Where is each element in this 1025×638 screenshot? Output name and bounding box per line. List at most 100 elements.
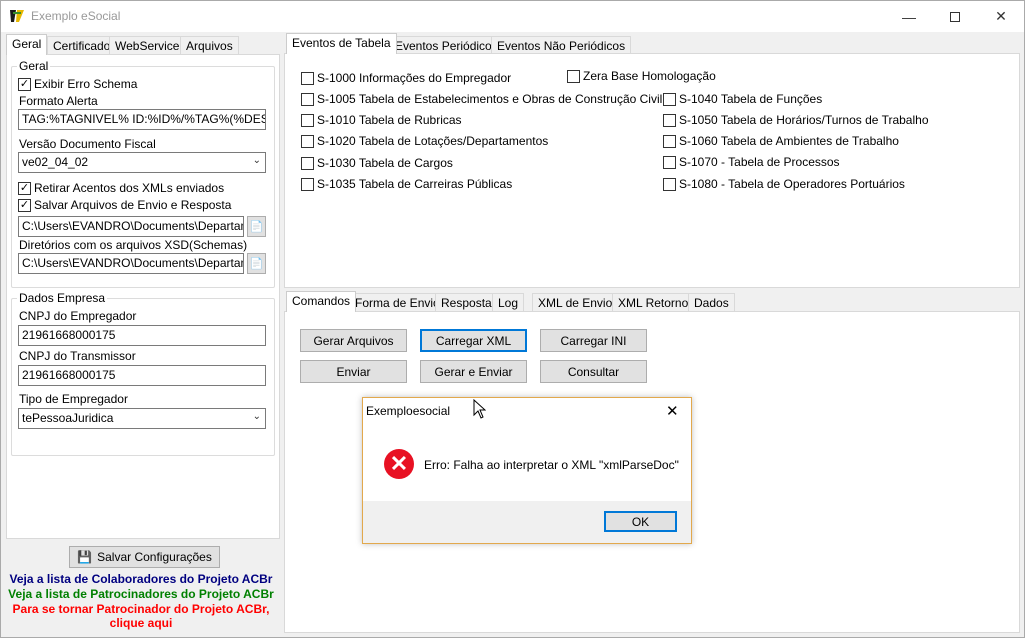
salvar-configuracoes-label: Salvar Configurações <box>97 550 212 564</box>
s1020-label: S-1020 Tabela de Lotações/Departamentos <box>317 134 549 148</box>
main-window: Exemplo eSocial — ✕ Geral Certificado We… <box>0 0 1025 638</box>
link-tornar-patrocinador[interactable]: Para se tornar Patrocinador do Projeto A… <box>1 602 281 616</box>
consultar-button[interactable]: Consultar <box>540 360 647 383</box>
dialog-footer: OK <box>363 501 691 543</box>
s1050-label: S-1050 Tabela de Horários/Turnos de Trab… <box>679 113 929 127</box>
tab-forma-envio[interactable]: Forma de Envio <box>349 293 446 312</box>
tab-resposta[interactable]: Resposta <box>435 293 498 312</box>
eventos-panel: S-1000 Informações do Empregador Zera Ba… <box>284 53 1020 288</box>
zera-base-checkbox[interactable]: Zera Base Homologação <box>567 69 716 83</box>
tab-webservice[interactable]: WebService <box>109 36 186 55</box>
s1030-label: S-1030 Tabela de Cargos <box>317 156 453 170</box>
chevron-down-icon: ⌄ <box>252 155 261 166</box>
tipo-empregador-label: Tipo de Empregador <box>19 392 128 406</box>
s1035-checkbox[interactable]: S-1035 Tabela de Carreiras Públicas <box>301 177 512 191</box>
link-clique-aqui[interactable]: clique aqui <box>1 616 281 630</box>
carregar-xml-button[interactable]: Carregar XML <box>420 329 527 352</box>
maximize-button[interactable] <box>932 1 978 32</box>
formato-alerta-label: Formato Alerta <box>19 94 98 108</box>
checkbox-checked-icon: ✓ <box>18 77 31 91</box>
tab-log[interactable]: Log <box>492 293 525 312</box>
cnpj-transmissor-label: CNPJ do Transmissor <box>19 349 136 363</box>
s1010-label: S-1010 Tabela de Rubricas <box>317 113 462 127</box>
s1050-checkbox[interactable]: S-1050 Tabela de Horários/Turnos de Trab… <box>663 113 929 127</box>
link-patrocinadores[interactable]: Veja a lista de Patrocinadores do Projet… <box>1 587 281 601</box>
checkbox-icon <box>567 69 580 83</box>
window-title: Exemplo eSocial <box>31 9 121 23</box>
mouse-cursor-icon <box>473 399 486 419</box>
s1010-checkbox[interactable]: S-1010 Tabela de Rubricas <box>301 113 462 127</box>
geral-legend: Geral <box>17 59 51 73</box>
checkbox-icon <box>301 156 314 170</box>
browse-path-schemas-button[interactable]: 📄 <box>247 253 266 274</box>
exibir-erro-schema-checkbox[interactable]: ✓ Exibir Erro Schema <box>18 77 137 91</box>
dialog-title: Exemploesocial <box>366 404 451 418</box>
folder-icon: 📄 <box>249 221 264 233</box>
retirar-acentos-checkbox[interactable]: ✓ Retirar Acentos dos XMLs enviados <box>18 181 224 195</box>
app-logo-icon <box>10 10 24 22</box>
checkbox-icon <box>663 177 676 191</box>
path-envio-input[interactable]: C:\Users\EVANDRO\Documents\Departamer <box>18 216 244 237</box>
tab-dados[interactable]: Dados <box>688 293 735 312</box>
s1070-checkbox[interactable]: S-1070 - Tabela de Processos <box>663 155 840 169</box>
s1040-checkbox[interactable]: S-1040 Tabela de Funções <box>663 92 822 106</box>
tipo-empregador-value: tePessoaJuridica <box>22 411 114 425</box>
gerar-enviar-button[interactable]: Gerar e Enviar <box>420 360 527 383</box>
path-schemas-input[interactable]: C:\Users\EVANDRO\Documents\Departamer <box>18 253 244 274</box>
dialog-close-icon[interactable]: ✕ <box>666 402 679 420</box>
browse-path-envio-button[interactable]: 📄 <box>247 216 266 237</box>
error-icon: ✕ <box>384 449 414 479</box>
s1030-checkbox[interactable]: S-1030 Tabela de Cargos <box>301 156 453 170</box>
checkbox-checked-icon: ✓ <box>18 198 31 212</box>
salvar-configuracoes-button[interactable]: 💾 Salvar Configurações <box>69 546 220 568</box>
tab-xml-retorno[interactable]: XML Retorno <box>612 293 695 312</box>
s1080-checkbox[interactable]: S-1080 - Tabela de Operadores Portuários <box>663 177 905 191</box>
gerar-arquivos-button[interactable]: Gerar Arquivos <box>300 329 407 352</box>
save-icon: 💾 <box>77 550 93 564</box>
maximize-icon <box>950 11 960 22</box>
formato-alerta-input[interactable]: TAG:%TAGNIVEL% ID:%ID%/%TAG%(%DESCRICA <box>18 109 266 130</box>
zera-base-label: Zera Base Homologação <box>583 69 716 83</box>
s1060-label: S-1060 Tabela de Ambientes de Trabalho <box>679 134 899 148</box>
minimize-icon: — <box>902 8 916 25</box>
link-colaboradores[interactable]: Veja a lista de Colaboradores do Projeto… <box>1 572 281 586</box>
s1000-checkbox[interactable]: S-1000 Informações do Empregador <box>301 71 511 85</box>
checkbox-icon <box>301 71 314 85</box>
carregar-ini-button[interactable]: Carregar INI <box>540 329 647 352</box>
checkbox-icon <box>663 113 676 127</box>
versao-label: Versão Documento Fiscal <box>19 137 156 151</box>
tab-xml-envio[interactable]: XML de Envio <box>532 293 619 312</box>
s1060-checkbox[interactable]: S-1060 Tabela de Ambientes de Trabalho <box>663 134 899 148</box>
title-bar: Exemplo eSocial — ✕ <box>1 1 1024 32</box>
versao-value: ve02_04_02 <box>22 155 89 169</box>
cnpj-empregador-input[interactable]: 21961668000175 <box>18 325 266 346</box>
checkbox-icon <box>301 177 314 191</box>
s1040-label: S-1040 Tabela de Funções <box>679 92 823 106</box>
tab-eventos-tabela[interactable]: Eventos de Tabela <box>286 33 397 54</box>
tab-arquivos[interactable]: Arquivos <box>180 36 239 55</box>
checkbox-checked-icon: ✓ <box>18 181 31 195</box>
enviar-button[interactable]: Enviar <box>300 360 407 383</box>
close-button[interactable]: ✕ <box>978 1 1024 32</box>
s1005-checkbox[interactable]: S-1005 Tabela de Estabelecimentos e Obra… <box>301 92 662 106</box>
s1035-label: S-1035 Tabela de Carreiras Públicas <box>317 177 513 191</box>
tab-geral[interactable]: Geral <box>6 34 48 55</box>
versao-select[interactable]: ve02_04_02 ⌄ <box>18 152 266 173</box>
tab-comandos[interactable]: Comandos <box>286 291 357 312</box>
checkbox-icon <box>301 92 314 106</box>
close-icon: ✕ <box>995 8 1007 24</box>
s1020-checkbox[interactable]: S-1020 Tabela de Lotações/Departamentos <box>301 134 548 148</box>
minimize-button[interactable]: — <box>886 1 932 32</box>
ok-button[interactable]: OK <box>604 511 677 532</box>
s1070-label: S-1070 - Tabela de Processos <box>679 155 840 169</box>
cnpj-empregador-label: CNPJ do Empregador <box>19 309 137 323</box>
tipo-empregador-select[interactable]: tePessoaJuridica ⌄ <box>18 408 266 429</box>
empresa-legend: Dados Empresa <box>17 291 108 305</box>
retirar-acentos-label: Retirar Acentos dos XMLs enviados <box>34 181 225 195</box>
s1005-label: S-1005 Tabela de Estabelecimentos e Obra… <box>317 92 663 106</box>
salvar-arquivos-checkbox[interactable]: ✓ Salvar Arquivos de Envio e Resposta <box>18 198 231 212</box>
cnpj-transmissor-input[interactable]: 21961668000175 <box>18 365 266 386</box>
checkbox-icon <box>663 92 676 106</box>
checkbox-icon <box>663 134 676 148</box>
tab-certificado[interactable]: Certificado <box>47 36 117 55</box>
